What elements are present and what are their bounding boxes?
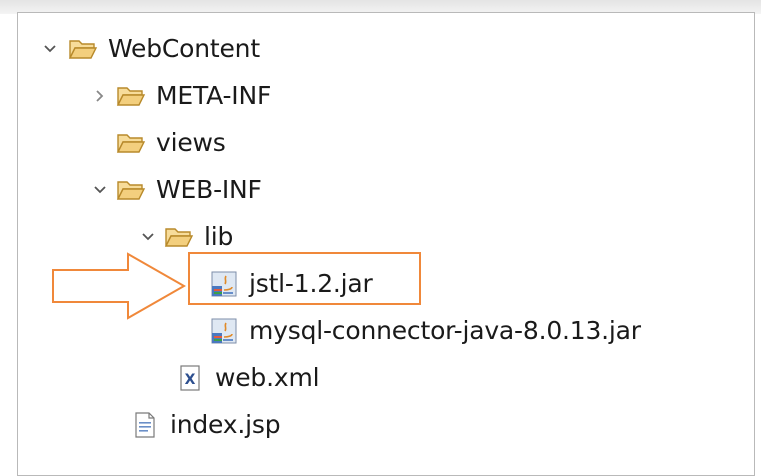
xml-file-icon: X (175, 363, 205, 393)
chevron-down-icon[interactable] (136, 225, 160, 249)
tree-item-mysql-connector-jar[interactable]: mysql-connector-java-8.0.13.jar (209, 311, 641, 351)
chevron-down-icon[interactable] (38, 37, 62, 61)
tree-item-web-xml[interactable]: X web.xml (175, 358, 320, 398)
tree-item-index-jsp[interactable]: index.jsp (130, 405, 281, 445)
svg-text:X: X (185, 372, 196, 388)
tree-item-label: WebContent (108, 34, 260, 63)
tree-item-label: index.jsp (170, 410, 281, 439)
jar-icon (209, 316, 239, 346)
folder-open-icon (116, 175, 146, 205)
project-explorer-panel: WebContent META-INF views WEB-INF lib js… (17, 12, 755, 476)
chevron-right-icon[interactable] (88, 84, 112, 108)
tree-item-label: lib (204, 222, 234, 251)
tree-item-meta-inf[interactable]: META-INF (88, 76, 271, 116)
tree-item-label: web.xml (215, 363, 320, 392)
chevron-down-icon[interactable] (88, 178, 112, 202)
tree-item-label: META-INF (156, 81, 272, 110)
tree-item-web-inf[interactable]: WEB-INF (88, 170, 262, 210)
folder-open-icon (164, 222, 194, 252)
arrow-right-icon (50, 250, 188, 326)
jsp-file-icon (130, 410, 160, 440)
folder-open-icon (116, 128, 146, 158)
highlight-box (188, 252, 421, 305)
tree-item-label: mysql-connector-java-8.0.13.jar (249, 316, 641, 345)
folder-open-icon (116, 81, 146, 111)
folder-open-icon (68, 34, 98, 64)
tree-item-webcontent[interactable]: WebContent (40, 29, 260, 69)
tree-item-views[interactable]: views (116, 123, 226, 163)
tree-item-label: WEB-INF (156, 175, 262, 204)
tree-item-label: views (156, 128, 226, 157)
project-tree: WebContent META-INF views WEB-INF lib js… (18, 13, 754, 475)
